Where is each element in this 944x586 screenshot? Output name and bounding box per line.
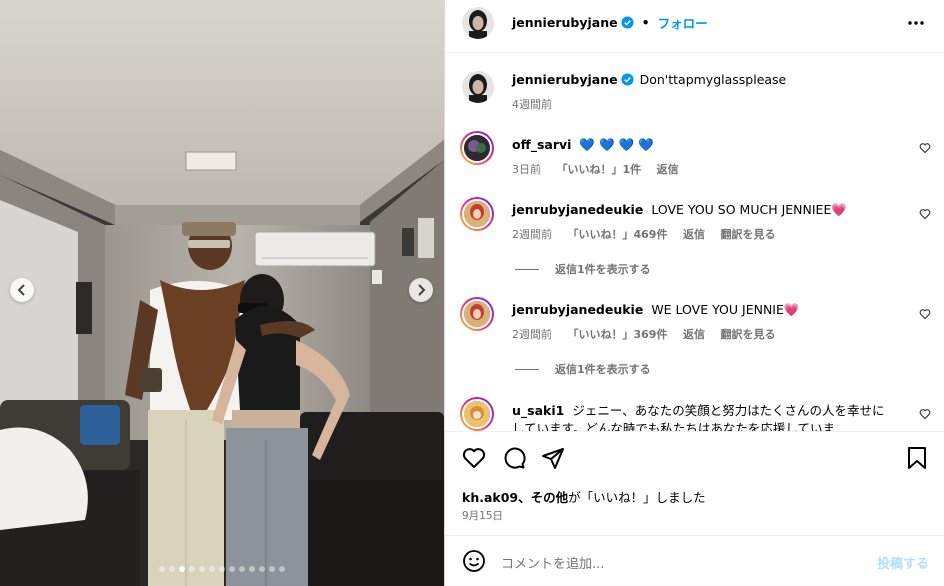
commenter-avatar[interactable] [460, 197, 494, 231]
comment-text: LOVE YOU SO MUCH JENNIEE💗 [651, 202, 847, 217]
caption-avatar[interactable] [462, 71, 494, 103]
comment-username[interactable]: jenrubyjanedeukie [512, 302, 643, 317]
carousel-dot [219, 566, 225, 572]
chevron-left-icon [17, 284, 25, 296]
post-actions: kh.ak09、その他が「いいね！」しました 9月15日 [445, 431, 944, 531]
carousel-prev-button[interactable] [10, 278, 34, 302]
comment-time[interactable]: 2週間前 [512, 228, 552, 241]
view-replies-button[interactable]: 返信1件を表示する [515, 361, 651, 377]
carousel-dot [199, 566, 205, 572]
carousel-dot [209, 566, 215, 572]
replies-line [515, 268, 539, 270]
commenter-avatar-image [464, 201, 490, 227]
comment-text: ジェニー、あなたの笑顔と努力はたくさんの人を幸せにしています。どんな時でも私たち… [512, 403, 885, 431]
replies-line [515, 368, 539, 370]
comment-translate-button[interactable]: 翻訳を見る [720, 228, 775, 241]
carousel-dot [239, 566, 245, 572]
caption-avatar-image [462, 71, 494, 103]
share-icon[interactable] [541, 446, 565, 470]
comment-translate-button[interactable]: 翻訳を見る [720, 328, 775, 341]
carousel-dot [229, 566, 235, 572]
author-avatar[interactable] [462, 7, 494, 39]
comments-list[interactable]: off_sarvi 💙 💙 💙 💙 3日前 「いいね！」1件 返信 jenrub… [445, 120, 944, 431]
comment-input[interactable]: コメントを追加... [501, 553, 604, 572]
comment-likes[interactable]: 「いいね！」1件 [557, 163, 642, 176]
photo-scene [0, 0, 444, 586]
caption-text: Don'ttapmyglassplease [639, 72, 787, 87]
caption-time[interactable]: 4週間前 [512, 96, 552, 112]
comment-username[interactable]: jenrubyjanedeukie [512, 202, 643, 217]
comment-time[interactable]: 3日前 [512, 163, 541, 176]
comment-time[interactable]: 2週間前 [512, 328, 552, 341]
comment-reply-button[interactable]: 返信 [683, 228, 705, 241]
author-avatar-image [462, 7, 494, 39]
carousel-dot [279, 566, 285, 572]
heart-icon[interactable] [919, 408, 931, 420]
author-username[interactable]: jennierubyjane [512, 15, 618, 30]
verified-badge-icon [621, 73, 634, 86]
view-replies-label: 返信1件を表示する [555, 363, 651, 376]
commenter-avatar-image [464, 301, 490, 327]
header-separator: • [641, 15, 650, 30]
post-date[interactable]: 9月15日 [462, 508, 503, 523]
comment-username[interactable]: off_sarvi [512, 137, 571, 152]
comment-reply-button[interactable]: 返信 [683, 328, 705, 341]
more-options-icon[interactable] [907, 14, 925, 32]
commenter-avatar-image [464, 401, 490, 427]
commenter-avatar[interactable] [460, 297, 494, 331]
like-heart-icon[interactable] [462, 446, 486, 470]
likes-suffix: が「いいね！」しました [568, 490, 706, 505]
verified-badge-icon [621, 16, 634, 29]
carousel-dot [249, 566, 255, 572]
carousel-next-button[interactable] [409, 278, 433, 302]
comment-likes[interactable]: 「いいね！」369件 [568, 328, 668, 341]
carousel-indicator [0, 566, 444, 572]
post-comment-button[interactable]: 投稿する [877, 553, 929, 572]
likes-summary[interactable]: kh.ak09、その他が「いいね！」しました [462, 487, 706, 506]
post-header: jennierubyjane • フォロー [445, 0, 944, 53]
likes-others[interactable]: 、その他 [518, 490, 568, 505]
comment-reply-button[interactable]: 返信 [657, 163, 679, 176]
carousel-dot [159, 566, 165, 572]
view-replies-label: 返信1件を表示する [555, 263, 651, 276]
caption-username[interactable]: jennierubyjane [512, 72, 618, 87]
carousel-dot [169, 566, 175, 572]
chevron-right-icon [418, 284, 426, 296]
follow-button[interactable]: フォロー [658, 13, 708, 32]
comment-likes[interactable]: 「いいね！」469件 [568, 228, 668, 241]
comment-text: 💙 💙 💙 💙 [579, 137, 654, 152]
heart-icon[interactable] [919, 208, 931, 220]
heart-icon[interactable] [919, 308, 931, 320]
post-image[interactable] [0, 0, 444, 586]
liker-username[interactable]: kh.ak09 [462, 490, 518, 505]
view-replies-button[interactable]: 返信1件を表示する [515, 261, 651, 277]
carousel-dot [179, 566, 185, 572]
comment-icon[interactable] [502, 446, 526, 470]
carousel-dot [259, 566, 265, 572]
carousel-dot [269, 566, 275, 572]
post-details-panel: jennierubyjane • フォロー jennierubyjane Don… [444, 0, 944, 586]
emoji-icon[interactable] [462, 549, 486, 573]
commenter-avatar[interactable] [460, 131, 494, 165]
bookmark-icon[interactable] [906, 446, 928, 470]
commenter-avatar-image [464, 135, 490, 161]
comment-text: WE LOVE YOU JENNIE💗 [651, 302, 800, 317]
comment-username[interactable]: u_saki1 [512, 403, 564, 418]
commenter-avatar[interactable] [460, 397, 494, 431]
heart-icon[interactable] [919, 142, 931, 154]
comment-composer: コメントを追加... 投稿する [445, 535, 944, 586]
carousel-dot [189, 566, 195, 572]
